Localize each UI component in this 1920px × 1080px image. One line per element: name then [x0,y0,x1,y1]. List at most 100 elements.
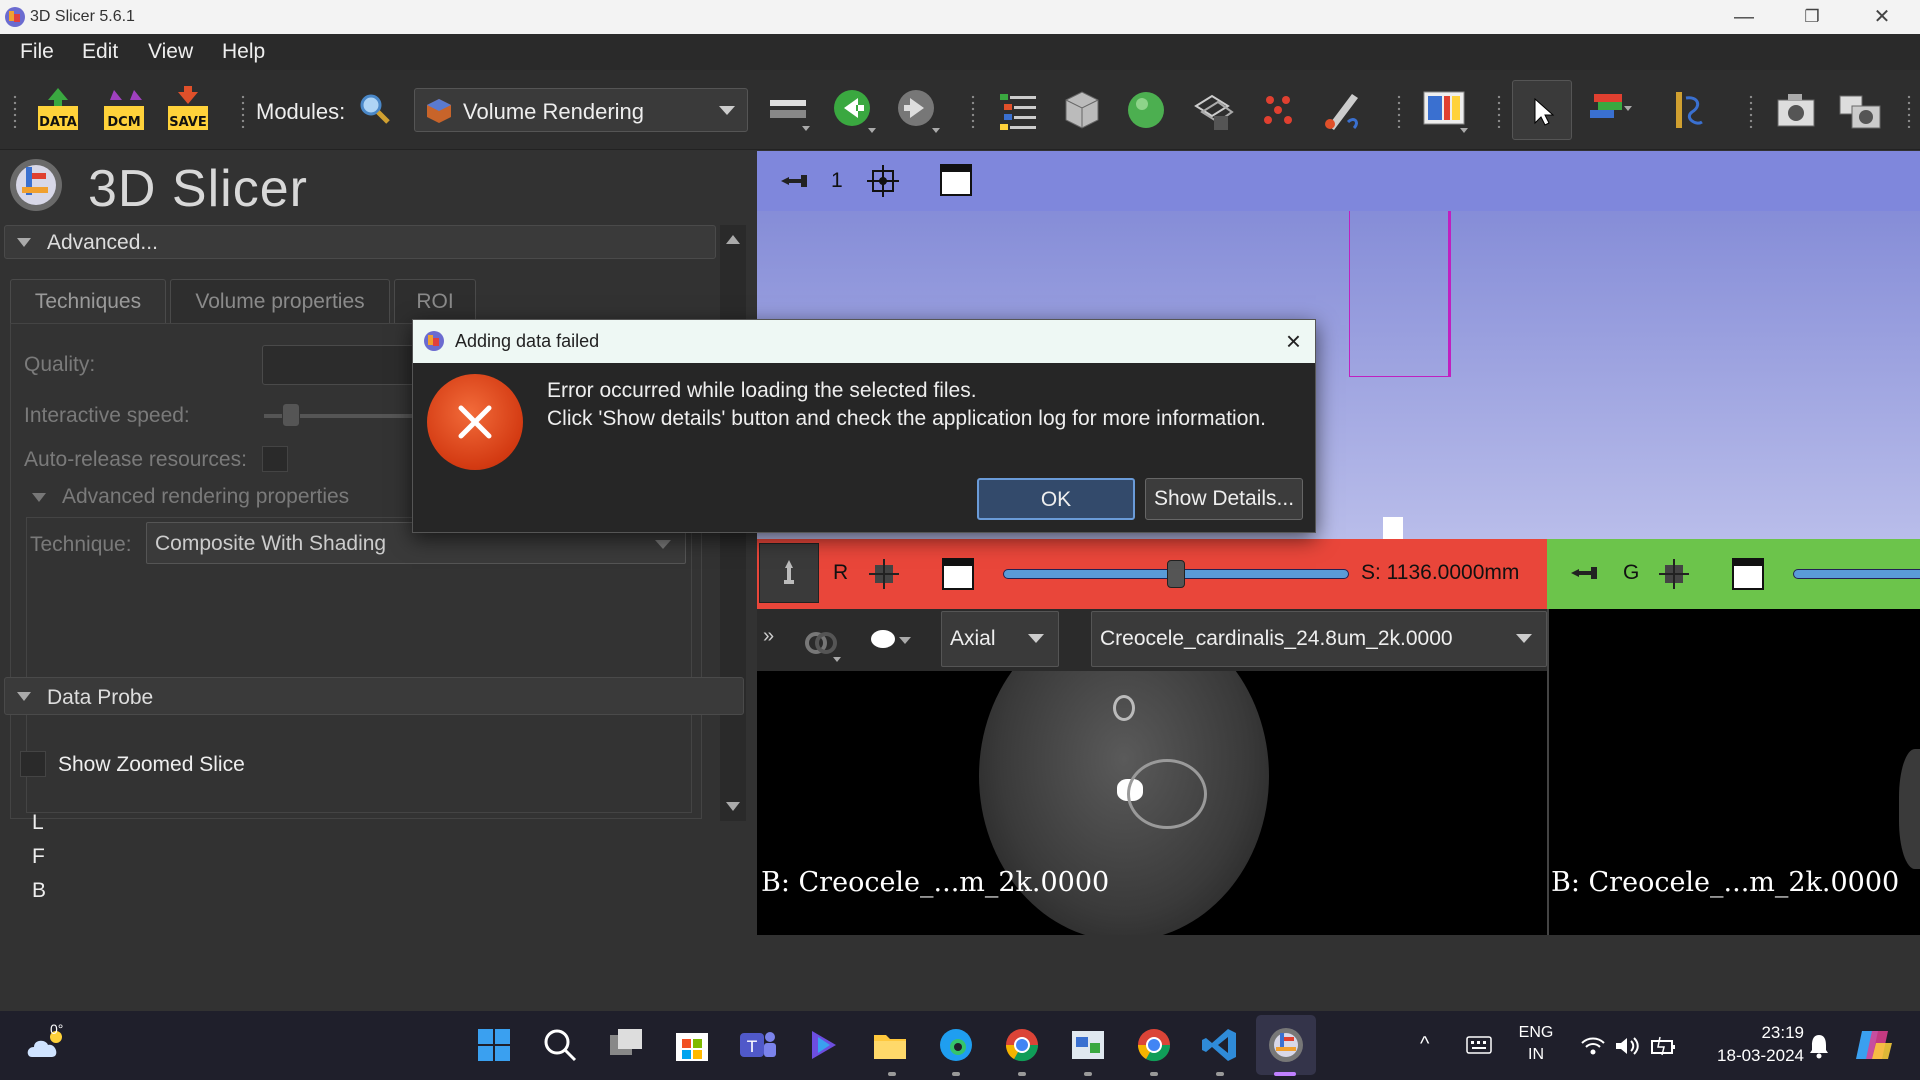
toolbar-grip[interactable] [970,94,976,128]
close-window-button[interactable]: ✕ [1852,0,1912,34]
expand-options-icon[interactable]: » [763,625,774,648]
teams-icon[interactable]: T [738,1025,778,1065]
transforms-module-icon[interactable] [1188,86,1236,134]
collapse-triangle-icon[interactable] [32,493,46,502]
green-slice-view[interactable]: B: Creocele_...m_2k.0000 [1549,609,1920,935]
restore-button[interactable]: ❐ [1782,0,1842,34]
back-arrow-icon[interactable] [830,86,878,134]
toolbar-grip[interactable] [1906,94,1912,128]
wifi-icon[interactable] [1580,1035,1606,1057]
data-probe-header[interactable]: Data Probe [4,677,744,715]
menu-help[interactable]: Help [222,40,265,64]
maximize-view-icon[interactable] [941,557,975,591]
pin-icon[interactable] [1569,561,1601,585]
search-icon[interactable] [540,1025,580,1065]
tab-volume-properties[interactable]: Volume properties [170,279,390,323]
file-explorer-icon[interactable] [870,1025,910,1065]
background-volume-selector[interactable]: Creocele_cardinalis_24.8um_2k.0000 [1091,611,1547,667]
minimize-button[interactable]: — [1714,0,1774,34]
models-module-icon[interactable] [1122,86,1170,134]
show-details-button[interactable]: Show Details... [1145,478,1303,520]
clock-date[interactable]: 18-03-2024 [1690,1046,1804,1066]
window-level-icon[interactable] [1584,86,1632,134]
scroll-down-icon[interactable] [726,802,740,811]
module-search-icon[interactable] [358,92,392,126]
data-module-icon[interactable] [994,86,1042,134]
show-hidden-icons-chevron[interactable]: ^ [1420,1033,1429,1056]
menu-file[interactable]: File [20,40,54,64]
fit-to-window-icon[interactable] [867,557,901,591]
crosshair-icon[interactable] [1662,86,1710,134]
scene-view-icon[interactable] [1836,86,1884,134]
copilot-app-icon[interactable] [804,1025,844,1065]
chevron-down-icon [719,106,735,115]
toolbar-grip[interactable] [240,94,246,128]
visibility-eye-icon[interactable] [867,627,913,655]
maximize-view-icon[interactable] [939,163,973,197]
microsoft-store-icon[interactable] [672,1025,712,1065]
volumes-module-icon[interactable] [1058,86,1106,134]
red-slice-view[interactable]: B: Creocele_...m_2k.0000 [757,671,1547,935]
toolbar-grip[interactable] [12,94,18,128]
segment-editor-icon[interactable] [1318,86,1366,134]
slicer-taskbar-button[interactable] [1256,1015,1316,1075]
copilot-icon[interactable] [1852,1025,1896,1065]
forward-arrow-icon[interactable] [894,86,942,134]
control-panel-icon[interactable] [1068,1025,1108,1065]
auto-release-label: Auto-release resources: [24,448,247,471]
show-zoomed-slice-label[interactable]: Show Zoomed Slice [58,753,245,777]
green-slice-corner-annotation: B: Creocele_...m_2k.0000 [1551,867,1900,898]
pin-icon[interactable] [779,169,811,193]
dicom-icon[interactable]: DCM [100,86,148,134]
chrome-browser-icon[interactable] [1002,1025,1042,1065]
center-view-icon[interactable] [865,163,901,199]
clock-time[interactable]: 23:19 [1694,1023,1804,1043]
notification-bell-icon[interactable] [1808,1033,1830,1059]
language-region[interactable]: IN [1516,1046,1556,1064]
chrome-profile-icon[interactable] [1134,1025,1174,1065]
vscode-icon[interactable] [1200,1025,1240,1065]
keyboard-icon[interactable] [1466,1035,1492,1055]
toolbar-grip[interactable] [1396,94,1402,128]
module-selector[interactable]: Volume Rendering [414,88,748,132]
add-data-icon[interactable]: DATA [34,86,82,134]
menu-edit[interactable]: Edit [82,40,118,64]
task-view-icon[interactable] [606,1025,646,1065]
weather-cloud-icon[interactable] [26,1027,70,1061]
module-history-icon[interactable] [766,86,814,134]
quality-combobox[interactable] [262,345,422,385]
markups-module-icon[interactable] [1254,86,1302,134]
toolbar-grip[interactable] [1496,94,1502,128]
tab-techniques[interactable]: Techniques [10,279,166,323]
mouse-mode-toggle[interactable] [1512,80,1572,140]
running-indicator [1018,1072,1026,1076]
edge-browser-icon[interactable] [936,1025,976,1065]
save-icon[interactable]: SAVE [164,86,212,134]
advanced-section-header[interactable]: Advanced... [4,225,716,259]
slice-orientation-selector[interactable]: Axial [941,611,1059,667]
toolbar-grip[interactable] [1748,94,1754,128]
slicer-app-icon [1269,1028,1303,1062]
red-pin-button[interactable] [759,543,819,603]
link-icon[interactable] [801,623,841,663]
interactive-speed-handle[interactable] [282,403,300,427]
layout-icon[interactable] [1420,86,1468,134]
red-slice-slider-handle[interactable] [1167,560,1185,588]
battery-icon[interactable] [1650,1035,1678,1057]
show-zoomed-slice-checkbox[interactable] [20,751,46,777]
dialog-close-icon[interactable]: × [1286,326,1301,357]
screenshot-icon[interactable] [1772,86,1820,134]
menu-view[interactable]: View [148,40,193,64]
advanced-rendering-header[interactable]: Advanced rendering properties [62,485,349,509]
maximize-view-icon[interactable] [1731,557,1765,591]
roi-box-outline [1349,211,1449,377]
auto-release-checkbox[interactable] [262,446,288,472]
volume-icon[interactable] [1614,1035,1640,1057]
scroll-up-icon[interactable] [726,235,740,244]
green-slice-offset-slider[interactable] [1793,569,1920,579]
ok-button[interactable]: OK [977,478,1135,520]
language-code[interactable]: ENG [1516,1024,1556,1042]
windows-start-icon[interactable] [474,1025,514,1065]
fit-to-window-icon[interactable] [1657,557,1691,591]
tab-roi[interactable]: ROI [394,279,476,323]
